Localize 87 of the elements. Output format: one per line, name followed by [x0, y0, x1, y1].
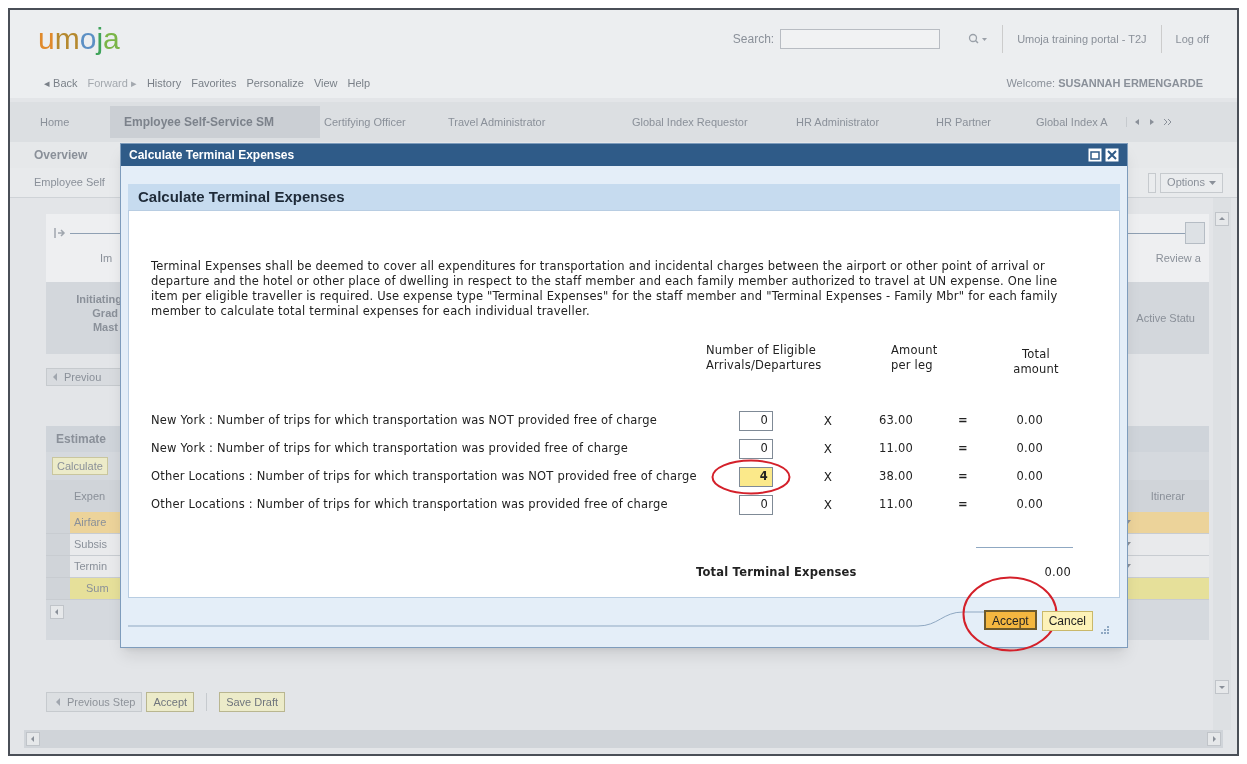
tab[interactable]: Global Index Requestor: [628, 106, 792, 138]
column-header: Amount per leg: [891, 343, 939, 374]
total-text: 0.00: [1015, 412, 1043, 430]
number-input[interactable]: 0: [739, 495, 773, 515]
field-label: Initiating: [76, 292, 122, 306]
total-label: Total Terminal Expenses: [696, 564, 857, 581]
tab[interactable]: Travel Administrator: [444, 106, 628, 138]
breadcrumb[interactable]: Employee Self: [34, 174, 105, 191]
column-header: Total amount: [1012, 347, 1060, 377]
search-label: Search:: [732, 31, 775, 48]
dialog-heading: Calculate Terminal Expenses: [138, 186, 345, 207]
number-input[interactable]: 0: [739, 439, 773, 459]
scroll-right-icon[interactable]: [1207, 732, 1221, 746]
nav-link[interactable]: Favorites: [191, 74, 237, 92]
operator-text: X: [822, 497, 834, 514]
row-label: New York : Number of trips for which transportation was provided free of charge: [151, 440, 629, 458]
roadmap-step-label: Im: [100, 251, 113, 266]
total-text: 0.00: [1015, 496, 1043, 514]
save-draft-button[interactable]: Save Draft: [219, 692, 286, 712]
row-label: Other Locations : Number of trips for which transportation was NOT provided free of charge: [151, 468, 698, 486]
tab-list-icon[interactable]: [1163, 117, 1172, 127]
scroll-left-icon[interactable]: [26, 732, 40, 746]
umoja-logo: umoja: [38, 24, 120, 54]
accept-button[interactable]: Accept: [983, 609, 1037, 630]
section-title: Estimate: [56, 431, 107, 448]
tab[interactable]: HR Administrator: [792, 106, 932, 138]
scroll-up-icon[interactable]: [1215, 212, 1229, 226]
amount-text: 38.00: [878, 468, 913, 486]
nav-link[interactable]: View: [313, 74, 338, 92]
cancel-button[interactable]: Cancel: [1041, 610, 1093, 631]
row-label: Other Locations : Number of trips for which transportation was provided free of charge: [151, 496, 669, 514]
number-input[interactable]: 4: [739, 467, 773, 487]
operator-text: X: [822, 413, 834, 430]
welcome-text: Welcome: SUSANNAH ERMENGARDE: [1006, 75, 1203, 91]
close-icon[interactable]: [1105, 148, 1119, 162]
tab-scroll-left-icon[interactable]: [1133, 117, 1142, 127]
nav-link[interactable]: ◂ Back: [44, 74, 78, 92]
table-cell-text: Termin: [74, 559, 107, 575]
tab[interactable]: Home: [36, 106, 110, 138]
column-header: Active Statu: [1136, 311, 1195, 326]
total-text: 0.00: [1015, 468, 1043, 486]
resize-grip-icon[interactable]: [1098, 625, 1110, 637]
maximize-icon[interactable]: [1088, 148, 1102, 162]
amount-text: 63.00: [878, 412, 913, 430]
total-text: 0.00: [1015, 440, 1043, 458]
toolbar-button[interactable]: [1148, 172, 1157, 193]
operator-text: =: [957, 412, 969, 430]
column-header: Itinerar: [1150, 488, 1185, 504]
roadmap-step-label: Review a: [1155, 251, 1201, 266]
operator-text: =: [957, 468, 969, 486]
column-header: Number of Eligible Arrivals/Departures: [706, 343, 823, 374]
logoff-link[interactable]: Log off: [1175, 30, 1209, 48]
portal-link[interactable]: Umoja training portal - T2J: [1017, 30, 1147, 48]
options-menu[interactable]: Options: [1160, 172, 1223, 193]
window-title: Calculate Terminal Expenses: [129, 147, 295, 164]
tab[interactable]: HR Partner: [932, 106, 1032, 138]
tab[interactable]: Certifying Officer: [320, 106, 444, 138]
calculate-button[interactable]: Calculate: [52, 457, 108, 475]
table-cell-text: Subsis: [74, 537, 108, 553]
amount-text: 11.00: [878, 440, 913, 458]
nav-link[interactable]: Help: [347, 74, 371, 92]
scroll-left-icon[interactable]: [50, 605, 64, 619]
tab[interactable]: Employee Self-Service SM: [110, 106, 320, 138]
column-header: Expen: [74, 488, 106, 504]
operator-text: X: [822, 441, 834, 458]
roadmap-step[interactable]: [1185, 222, 1205, 244]
search-icon[interactable]: [968, 33, 989, 45]
total-value: 0.00: [1044, 564, 1071, 581]
scroll-down-icon[interactable]: [1215, 680, 1229, 694]
amount-text: 11.00: [878, 496, 913, 514]
search-field[interactable]: [780, 29, 941, 49]
number-input[interactable]: 0: [739, 411, 773, 431]
tab[interactable]: Global Index A: [1032, 106, 1118, 138]
row-label: New York : Number of trips for which transportation was NOT provided free of charge: [151, 412, 659, 430]
table-cell-text: Sum: [86, 581, 109, 597]
operator-text: =: [957, 440, 969, 458]
table-cell-text: Airfare: [74, 515, 107, 531]
description-text: Terminal Expenses shall be deemed to cover all expenditures for transportation and incidental charges between the airport or other point of arrival or departure and the hotel or other place of dwelling in respect to the staff member and each family member authorized to travel at UN expense. One line item per eligible traveller is required. Use expense type "Terminal Expenses" for the staff member and "Terminal Expenses - Family Mbr" for each family member to calculate total terminal expenses for each individual traveller.: [151, 259, 1059, 319]
caret-icon: [1209, 180, 1216, 185]
overview-tab[interactable]: Overview: [34, 146, 88, 164]
field-label: Grad: [92, 306, 119, 320]
operator-text: =: [957, 496, 969, 514]
nav-link[interactable]: History: [146, 74, 182, 92]
field-label: Mast: [92, 320, 119, 334]
operator-text: X: [822, 469, 834, 486]
nav-link[interactable]: Personalize: [246, 74, 304, 92]
accept-button[interactable]: Accept: [146, 692, 195, 712]
